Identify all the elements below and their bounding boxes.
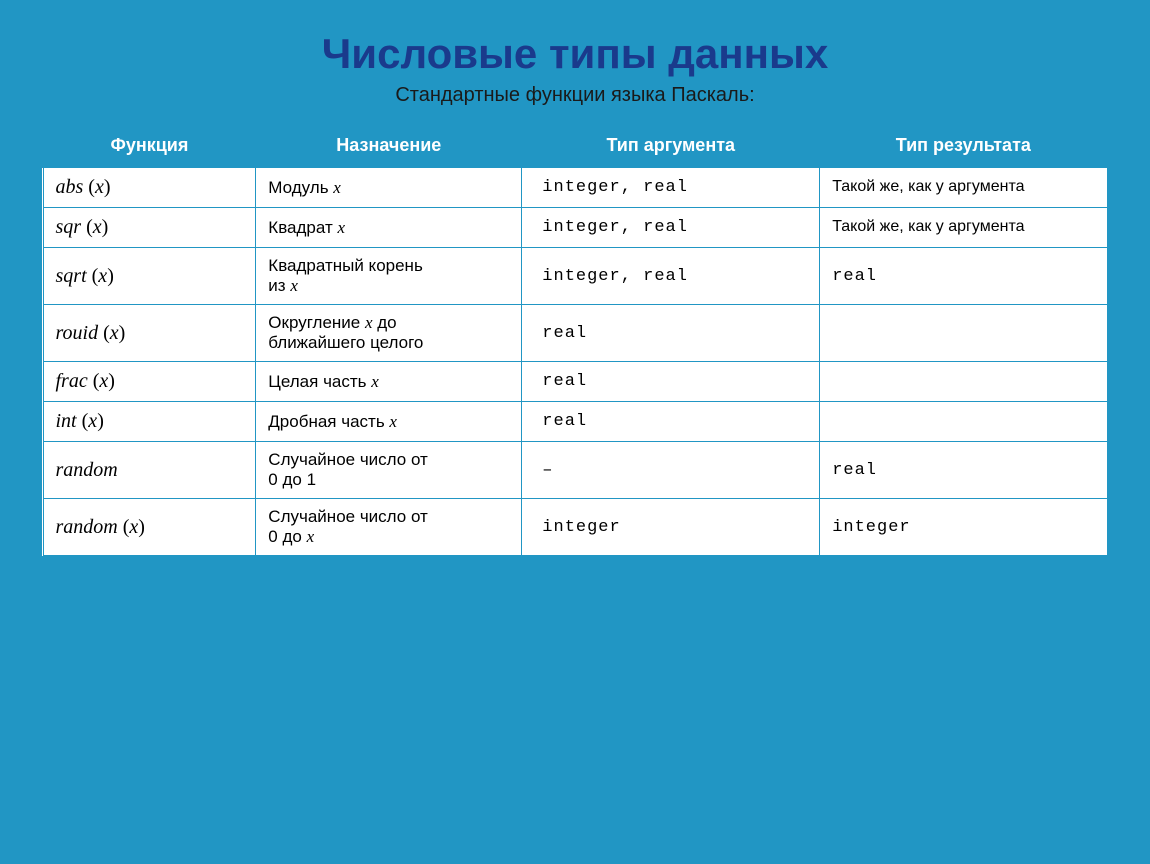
table-row: sqr (x)Квадрат xinteger, realТакой же, к… bbox=[43, 208, 1107, 248]
argtype-cell: integer, real bbox=[522, 208, 820, 248]
func-cell: random (x) bbox=[43, 499, 256, 556]
restype-cell: Такой же, как у аргумента bbox=[820, 208, 1107, 248]
restype-cell bbox=[820, 362, 1107, 402]
table-row: sqrt (x)Квадратный кореньиз xinteger, re… bbox=[43, 248, 1107, 305]
argtype-cell: real bbox=[522, 305, 820, 362]
page-subtitle: Стандартные функции языка Паскаль: bbox=[395, 84, 754, 107]
table-row: random (x)Случайное число от0 до xintege… bbox=[43, 499, 1107, 556]
header-argtype: Тип аргумента bbox=[522, 124, 820, 167]
argtype-cell: integer, real bbox=[522, 248, 820, 305]
argtype-cell: – bbox=[522, 442, 820, 499]
restype-cell: real bbox=[820, 442, 1107, 499]
desc-cell: Модуль x bbox=[256, 167, 522, 208]
table-row: randomСлучайное число от0 до 1–real bbox=[43, 442, 1107, 499]
table-header-row: Функция Назначение Тип аргумента Тип рез… bbox=[43, 124, 1107, 167]
header-desc: Назначение bbox=[256, 124, 522, 167]
table-row: frac (x)Целая часть xreal bbox=[43, 362, 1107, 402]
desc-cell: Целая часть x bbox=[256, 362, 522, 402]
argtype-cell: real bbox=[522, 362, 820, 402]
argtype-cell: real bbox=[522, 402, 820, 442]
restype-cell bbox=[820, 305, 1107, 362]
desc-cell: Дробная часть x bbox=[256, 402, 522, 442]
restype-cell: integer bbox=[820, 499, 1107, 556]
table-row: rouid (x)Округление x доближайшего целог… bbox=[43, 305, 1107, 362]
table-row: int (x)Дробная часть xreal bbox=[43, 402, 1107, 442]
func-cell: abs (x) bbox=[43, 167, 256, 208]
func-cell: sqr (x) bbox=[43, 208, 256, 248]
main-table-wrapper: Функция Назначение Тип аргумента Тип рез… bbox=[40, 121, 1110, 558]
table-row: abs (x)Модуль xinteger, realТакой же, ка… bbox=[43, 167, 1107, 208]
func-cell: frac (x) bbox=[43, 362, 256, 402]
argtype-cell: integer bbox=[522, 499, 820, 556]
restype-cell: Такой же, как у аргумента bbox=[820, 167, 1107, 208]
desc-cell: Квадратный кореньиз x bbox=[256, 248, 522, 305]
header-func: Функция bbox=[43, 124, 256, 167]
restype-cell: real bbox=[820, 248, 1107, 305]
page-title: Числовые типы данных bbox=[322, 30, 828, 78]
desc-cell: Округление x доближайшего целого bbox=[256, 305, 522, 362]
desc-cell: Случайное число от0 до x bbox=[256, 499, 522, 556]
desc-cell: Случайное число от0 до 1 bbox=[256, 442, 522, 499]
argtype-cell: integer, real bbox=[522, 167, 820, 208]
func-cell: sqrt (x) bbox=[43, 248, 256, 305]
func-cell: int (x) bbox=[43, 402, 256, 442]
restype-cell bbox=[820, 402, 1107, 442]
functions-table: Функция Назначение Тип аргумента Тип рез… bbox=[42, 123, 1108, 556]
desc-cell: Квадрат x bbox=[256, 208, 522, 248]
func-cell: rouid (x) bbox=[43, 305, 256, 362]
func-cell: random bbox=[43, 442, 256, 499]
header-restype: Тип результата bbox=[820, 124, 1107, 167]
